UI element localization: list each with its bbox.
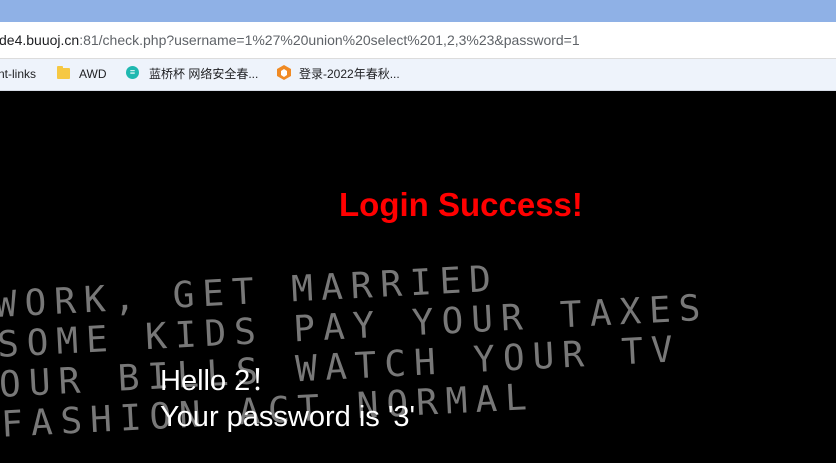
address-bar[interactable]: de4.buuoj.cn:81/check.php?username=1%27%…	[0, 22, 836, 59]
hello-line: Hello 2！	[160, 365, 280, 397]
url-path: :81/check.php?username=1%27%20union%20se…	[79, 32, 580, 48]
browser-title-bar	[0, 0, 836, 22]
bookmark-login[interactable]: 登录-2022年春秋...	[299, 66, 400, 82]
login-site-icon	[277, 65, 291, 85]
bookmark-links[interactable]: nt-links	[0, 66, 36, 82]
bookmark-lanqiao[interactable]: 蓝桥杯 网络安全春...	[149, 66, 258, 82]
result-text: Hello 2！ Your password is '3'	[160, 363, 415, 435]
login-success-heading: Login Success!	[339, 186, 583, 223]
bookmarks-bar: nt-links AWD ≡ 蓝桥杯 网络安全春... 登录-2022年春秋..…	[0, 59, 836, 91]
lanqiao-icon: ≡	[126, 66, 139, 79]
url-host: de4.buuoj.cn	[0, 32, 80, 48]
password-line: Your password is '3'	[160, 401, 416, 433]
bookmark-awd[interactable]: AWD	[79, 66, 107, 82]
page-content: WORK, GET MARRIED SOME KIDS PAY YOUR TAX…	[0, 91, 836, 463]
url-text[interactable]: de4.buuoj.cn:81/check.php?username=1%27%…	[0, 31, 580, 49]
folder-icon	[57, 66, 70, 79]
